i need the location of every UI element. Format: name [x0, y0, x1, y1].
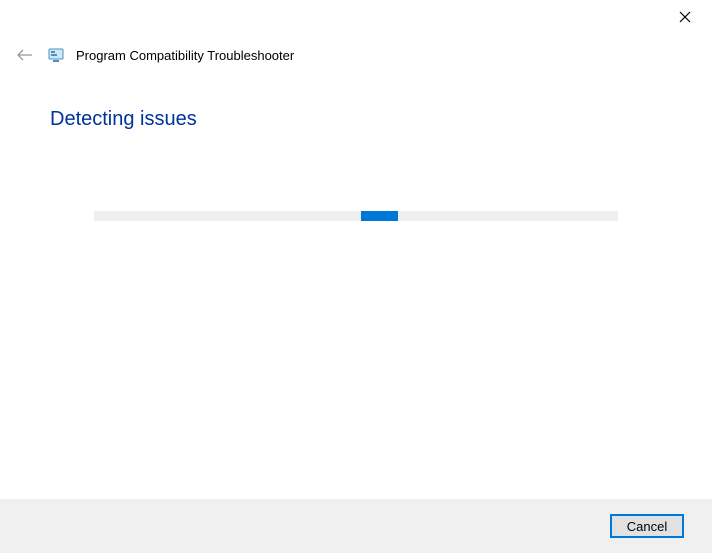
arrow-left-icon [16, 48, 34, 62]
progress-track [94, 211, 618, 221]
titlebar [0, 0, 712, 40]
footer: Cancel [0, 499, 712, 553]
back-button[interactable] [14, 44, 36, 66]
close-button[interactable] [676, 8, 694, 26]
content-area: Detecting issues [0, 66, 712, 221]
progress-bar [361, 211, 398, 221]
page-heading: Detecting issues [50, 108, 662, 131]
app-title: Program Compatibility Troubleshooter [76, 48, 294, 63]
app-icon [48, 47, 64, 63]
cancel-button[interactable]: Cancel [610, 514, 684, 538]
close-icon [679, 11, 691, 23]
header: Program Compatibility Troubleshooter [0, 40, 712, 66]
troubleshooter-icon [48, 47, 64, 63]
progress-container [50, 211, 662, 221]
